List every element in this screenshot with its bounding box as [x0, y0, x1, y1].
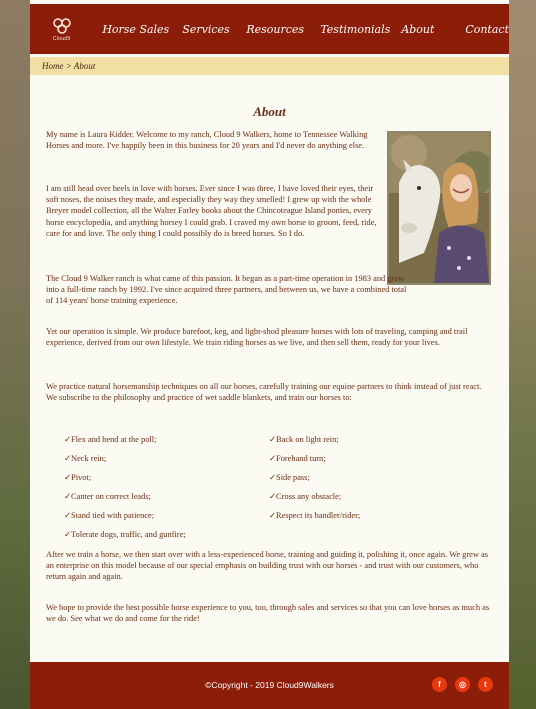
background-scenery-right: [509, 0, 536, 709]
list-item: ✓Stand tied with patience;: [64, 511, 155, 520]
check-icon: ✓: [269, 435, 277, 444]
breadcrumb-home[interactable]: Home: [42, 61, 64, 71]
nav-about[interactable]: About: [401, 23, 465, 36]
breadcrumb-current: About: [73, 61, 96, 71]
nav-services[interactable]: Services: [182, 23, 246, 36]
list-item: ✓Flex and bend at the poll;: [64, 435, 157, 444]
instagram-icon[interactable]: ◎: [455, 677, 470, 692]
paragraph-love-of-horses: I am still head over heels in love with …: [46, 184, 377, 238]
background-scenery-left: [0, 0, 30, 709]
list-item: ✓Back on light rein;: [269, 435, 339, 444]
list-item: ✓Pivot;: [64, 473, 92, 482]
list-item: ✓Side pass;: [269, 473, 310, 482]
check-icon: ✓: [64, 511, 72, 520]
nav-links: Horse Sales Services Resources Testimoni…: [102, 23, 509, 36]
paragraph-closing: We hope to provide the best possible hor…: [46, 603, 490, 624]
check-icon: ✓: [64, 473, 72, 482]
breadcrumb-trail: Home > About: [42, 61, 95, 71]
twitter-icon[interactable]: t: [478, 677, 493, 692]
cloud9-logo-icon: [52, 17, 71, 34]
paragraph-training-cycle: After we train a horse, we then start ov…: [46, 550, 488, 582]
list-item: ✓Cross any obstacle;: [269, 492, 342, 501]
breadcrumb: Home > About: [30, 57, 509, 75]
site-footer: ©Copyright - 2019 Cloud9Walkers f ◎ t: [30, 662, 509, 709]
paragraph-intro: My name is Laura Kidder. Welcome to my r…: [46, 130, 368, 151]
nav-horse-sales[interactable]: Horse Sales: [102, 23, 182, 36]
paragraph-operation: Yet our operation is simple. We produce …: [46, 327, 468, 348]
top-navigation: Cloud9 Horse Sales Services Resources Te…: [30, 4, 509, 54]
list-item: ✓Respect its handler/rider;: [269, 511, 361, 520]
check-icon: ✓: [269, 454, 277, 463]
check-icon: ✓: [269, 473, 277, 482]
check-icon: ✓: [64, 435, 72, 444]
owner-with-horse-photo: [387, 131, 491, 285]
list-item: ✓Canter on correct leads;: [64, 492, 151, 501]
check-icon: ✓: [64, 492, 72, 501]
list-item: ✓Forehand turn;: [269, 454, 326, 463]
logo-text: Cloud9: [52, 35, 71, 42]
photo-illustration: [389, 133, 489, 283]
page-title: About: [253, 104, 286, 119]
facebook-icon[interactable]: f: [432, 677, 447, 692]
page-container: Cloud9 Horse Sales Services Resources Te…: [30, 0, 509, 709]
nav-resources[interactable]: Resources: [246, 23, 320, 36]
check-icon: ✓: [269, 511, 277, 520]
check-icon: ✓: [64, 530, 72, 539]
breadcrumb-separator: >: [65, 61, 72, 71]
site-logo[interactable]: Cloud9: [47, 17, 76, 42]
nav-contact[interactable]: Contact: [465, 23, 509, 36]
check-icon: ✓: [64, 454, 72, 463]
check-icon: ✓: [269, 492, 277, 501]
list-item: ✓Neck rein;: [64, 454, 107, 463]
list-item: ✓Tolerate dogs, traffic, and gunfire;: [64, 530, 186, 539]
paragraph-ranch-history: The Cloud 9 Walker ranch is what came of…: [46, 274, 407, 306]
paragraph-training-philosophy: We practice natural horsemanship techniq…: [46, 382, 482, 403]
nav-testimonials[interactable]: Testimonials: [320, 23, 401, 36]
